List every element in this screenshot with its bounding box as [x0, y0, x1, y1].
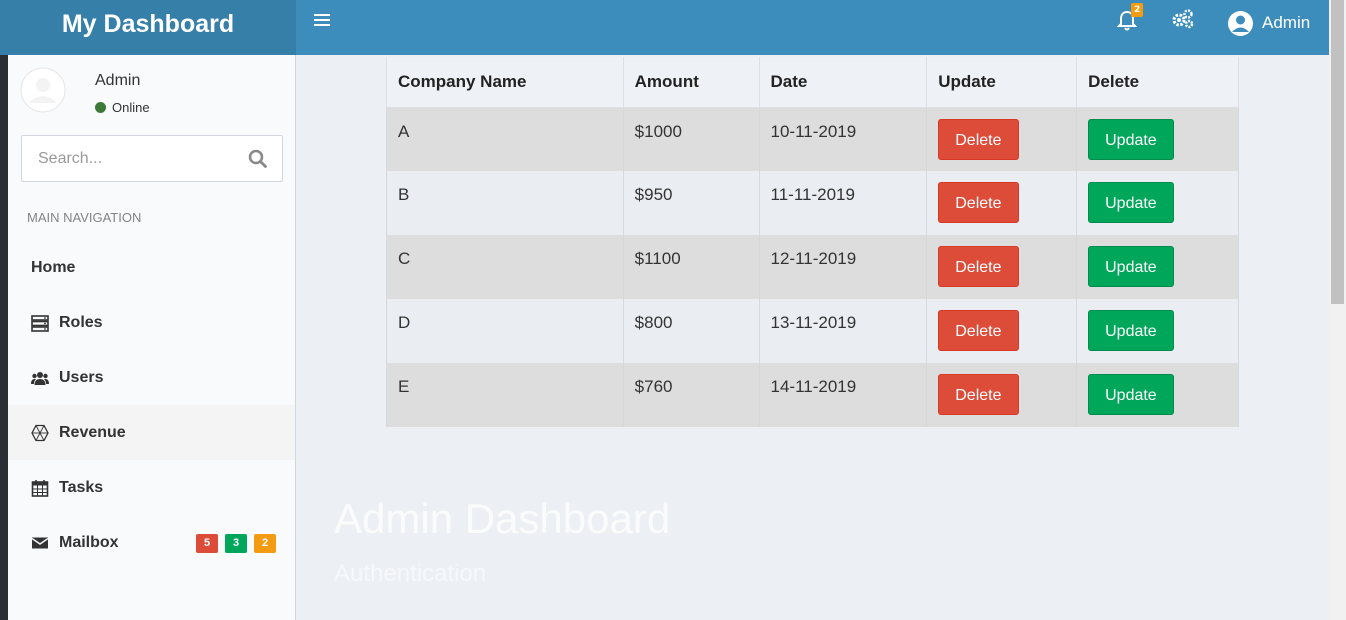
- delete-cell: Update: [1076, 299, 1239, 363]
- sidebar-item-label: Users: [59, 368, 104, 386]
- delete-cell: Update: [1076, 235, 1239, 299]
- update-cell: Delete: [926, 235, 1078, 299]
- update-button[interactable]: Update: [1088, 246, 1174, 287]
- server-icon: [31, 314, 49, 332]
- scrollbar-thumb[interactable]: [1331, 0, 1344, 304]
- date-cell: 12-11-2019: [758, 235, 928, 299]
- table-row: C $1100 12-11-2019 Delete Update: [386, 235, 1239, 299]
- update-cell: Delete: [926, 107, 1078, 171]
- table-header-row: Company Name Amount Date Update Delete: [386, 57, 1239, 108]
- sidebar-search: [21, 135, 283, 182]
- online-dot-icon: [95, 102, 106, 113]
- user-menu-label: Admin: [1262, 13, 1311, 32]
- sidebar-item-home[interactable]: Home: [8, 240, 295, 295]
- sidebar-item-label: Revenue: [59, 423, 126, 441]
- user-menu[interactable]: Admin: [1227, 8, 1310, 38]
- badge-green: 3: [225, 534, 247, 553]
- amount-cell: $1100: [622, 235, 760, 299]
- sidebar-menu: Home Roles Users Revenue Tasks Mailbox 5…: [8, 240, 295, 570]
- user-panel: Admin Online: [20, 67, 280, 117]
- company-cell: C: [386, 235, 624, 299]
- table-row: E $760 14-11-2019 Delete Update: [386, 363, 1239, 427]
- date-cell: 14-11-2019: [758, 363, 928, 427]
- nav-header: MAIN NAVIGATION: [27, 210, 142, 225]
- search-input[interactable]: [22, 136, 237, 181]
- date-cell: 13-11-2019: [758, 299, 928, 363]
- avatar: [20, 67, 66, 113]
- delete-button[interactable]: Delete: [938, 118, 1019, 160]
- left-edge-strip: [0, 55, 8, 620]
- page-subtitle: Authentication: [334, 560, 487, 587]
- hexagon-icon: [31, 424, 49, 441]
- company-cell: A: [386, 107, 624, 171]
- user-status-label: Online: [112, 100, 150, 115]
- delete-cell: Update: [1076, 171, 1239, 235]
- company-cell: E: [386, 363, 624, 427]
- user-circle-icon: [1228, 10, 1253, 36]
- delete-button[interactable]: Delete: [938, 310, 1019, 351]
- notification-badge: 2: [1131, 3, 1144, 17]
- col-amount: Amount: [622, 57, 760, 108]
- col-update: Update: [926, 57, 1078, 108]
- page-title: Admin Dashboard: [334, 495, 671, 542]
- calendar-icon: [31, 479, 49, 497]
- update-cell: Delete: [926, 299, 1078, 363]
- sidebar-item-label: Home: [31, 258, 76, 276]
- date-cell: 11-11-2019: [758, 171, 928, 235]
- col-date: Date: [758, 57, 928, 108]
- company-cell: D: [386, 299, 624, 363]
- users-icon: [31, 371, 49, 385]
- delete-button[interactable]: Delete: [938, 374, 1019, 415]
- table-row: A $1000 10-11-2019 Delete Update: [386, 107, 1239, 171]
- sidebar-user-name: Admin: [95, 72, 141, 89]
- table-row: B $950 11-11-2019 Delete Update: [386, 171, 1239, 235]
- sidebar-item-label: Tasks: [59, 478, 104, 496]
- delete-button[interactable]: Delete: [938, 182, 1019, 223]
- update-button[interactable]: Update: [1088, 310, 1174, 351]
- sidebar-item-label: Roles: [59, 313, 103, 331]
- update-cell: Delete: [926, 363, 1078, 427]
- menu-icon[interactable]: [314, 14, 330, 30]
- amount-cell: $1000: [622, 107, 760, 171]
- badge-yellow: 2: [254, 534, 276, 553]
- top-navbar: My Dashboard 2 Admin: [0, 0, 1329, 55]
- revenue-table: Company Name Amount Date Update Delete A…: [386, 57, 1239, 427]
- amount-cell: $950: [622, 171, 760, 235]
- col-delete: Delete: [1076, 57, 1239, 108]
- page-scrollbar[interactable]: [1329, 0, 1346, 620]
- update-cell: Delete: [926, 171, 1078, 235]
- sidebar-item-roles[interactable]: Roles: [8, 295, 295, 350]
- date-cell: 10-11-2019: [758, 107, 928, 171]
- col-company-name: Company Name: [386, 57, 624, 108]
- update-button[interactable]: Update: [1088, 374, 1174, 415]
- sidebar-item-label: Mailbox: [59, 533, 119, 551]
- amount-cell: $800: [622, 299, 760, 363]
- delete-cell: Update: [1076, 107, 1239, 171]
- user-status: Online: [95, 100, 150, 115]
- app-logo[interactable]: My Dashboard: [0, 0, 296, 55]
- sidebar-item-mailbox[interactable]: Mailbox 5 3 2: [8, 515, 295, 570]
- sidebar-item-revenue[interactable]: Revenue: [8, 405, 295, 460]
- update-button[interactable]: Update: [1088, 118, 1174, 160]
- table-row: D $800 13-11-2019 Delete Update: [386, 299, 1239, 363]
- sidebar-item-tasks[interactable]: Tasks: [8, 460, 295, 515]
- envelope-icon: [31, 537, 49, 548]
- company-cell: B: [386, 171, 624, 235]
- gears-icon[interactable]: [1170, 8, 1194, 30]
- sidebar: Admin Online MAIN NAVIGATION Home Roles: [8, 55, 296, 620]
- badge-red: 5: [196, 534, 218, 553]
- amount-cell: $760: [622, 363, 760, 427]
- sidebar-item-users[interactable]: Users: [8, 350, 295, 405]
- update-button[interactable]: Update: [1088, 182, 1174, 223]
- search-icon[interactable]: [248, 149, 267, 168]
- delete-cell: Update: [1076, 363, 1239, 427]
- delete-button[interactable]: Delete: [938, 246, 1019, 287]
- mailbox-badges: 5 3 2: [196, 534, 276, 553]
